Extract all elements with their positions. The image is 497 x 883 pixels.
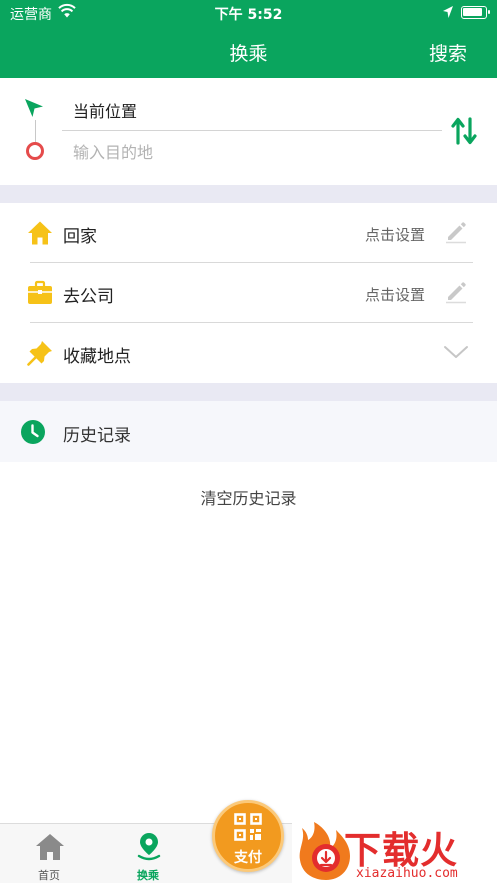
watermark-domain-text: xiazaihuo.com: [356, 866, 458, 881]
watermark-logo: 下载火 xiazaihuo.com: [292, 818, 497, 883]
page-title: 换乘: [229, 43, 268, 65]
location-arrow-icon: [443, 6, 453, 18]
edit-pencil-icon[interactable]: [444, 280, 468, 304]
pin-icon: [27, 341, 52, 366]
tab-home[interactable]: 首页: [19, 824, 79, 883]
tab-transfer[interactable]: 换乘: [118, 824, 178, 883]
place-label: 收藏地点: [63, 347, 131, 367]
place-setting-hint: 点击设置: [364, 286, 425, 304]
tab-label: 首页: [38, 869, 60, 882]
qr-code-icon: [234, 813, 262, 841]
swap-route-icon[interactable]: [451, 116, 477, 146]
battery-icon: [461, 6, 490, 19]
status-bar: 运营商 下午 5:52: [0, 0, 497, 26]
place-item-favorites[interactable]: 收藏地点: [0, 323, 497, 383]
history-header: 历史记录: [0, 401, 497, 462]
home-icon: [28, 221, 52, 245]
route-divider: [62, 130, 442, 131]
section-separator: [0, 383, 497, 401]
start-location-text[interactable]: 当前位置: [73, 98, 137, 122]
search-button[interactable]: 搜索: [429, 39, 467, 66]
route-input-card: 当前位置: [0, 78, 497, 185]
place-setting-hint: 点击设置: [364, 226, 425, 244]
transfer-tab-icon: [137, 833, 161, 861]
destination-marker-icon: [26, 142, 44, 160]
place-item-home[interactable]: 回家 点击设置: [0, 203, 497, 263]
destination-input[interactable]: [73, 143, 433, 162]
start-location-arrow-icon: [25, 99, 43, 117]
pay-label: 支付: [234, 850, 262, 866]
briefcase-icon: [28, 280, 52, 304]
place-item-company[interactable]: 去公司 点击设置: [0, 263, 497, 323]
route-connector-line: [35, 120, 36, 142]
clock-icon: [21, 420, 45, 444]
place-label: 去公司: [63, 287, 114, 307]
place-label: 回家: [63, 227, 97, 247]
section-separator: [0, 185, 497, 203]
tab-label: 换乘: [137, 869, 159, 882]
edit-pencil-icon[interactable]: [444, 220, 468, 244]
pay-button[interactable]: 支付: [212, 800, 284, 872]
clear-history-button[interactable]: 清空历史记录: [0, 485, 497, 509]
history-title: 历史记录: [63, 426, 131, 446]
home-tab-icon: [36, 834, 64, 860]
chevron-down-icon[interactable]: [443, 344, 469, 360]
navigation-bar: 换乘 搜索: [0, 26, 497, 78]
clock-time: 下午 5:52: [214, 7, 283, 23]
